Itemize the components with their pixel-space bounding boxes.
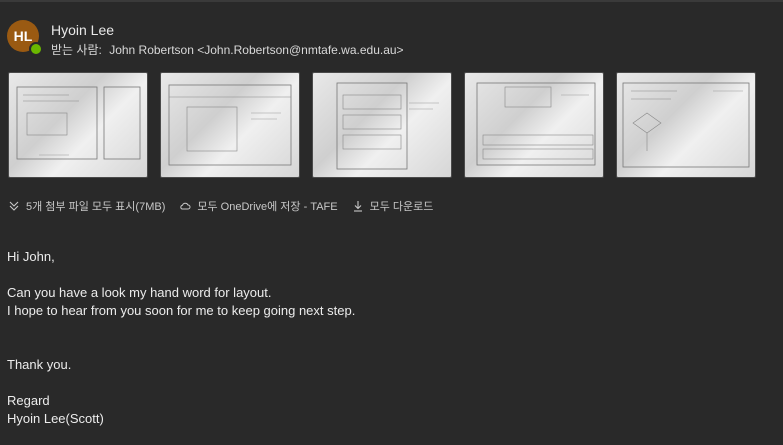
show-all-label: 5개 첨부 파일 모두 표시(7MB) (26, 201, 166, 213)
presence-available-icon (29, 42, 43, 56)
attachment-thumbnail-2[interactable] (160, 72, 300, 178)
sketch-image-icon (168, 84, 292, 166)
attachment-thumbnail-3[interactable] (312, 72, 452, 178)
attachment-thumbnail-1[interactable] (8, 72, 148, 178)
sender-name[interactable]: Hyoin Lee (51, 22, 114, 38)
cloud-icon (180, 202, 191, 210)
recipient-row: 받는 사람: John Robertson <John.Robertson@nm… (51, 41, 408, 58)
download-all-label: 모두 다운로드 (369, 201, 434, 213)
sketch-image-icon (16, 86, 141, 160)
body-line-2: I hope to hear from you soon for me to k… (7, 303, 356, 318)
sketch-image-icon (622, 82, 750, 168)
attachment-actions: 5개 첨부 파일 모두 표시(7MB) 모두 OneDrive에 저장 - TA… (8, 198, 447, 214)
save-onedrive-label: 모두 OneDrive에 저장 - TAFE (197, 201, 338, 213)
chevron-double-down-icon (9, 201, 19, 211)
show-all-attachments-button[interactable]: 5개 첨부 파일 모두 표시(7MB) (8, 198, 165, 214)
thanks-line: Thank you. (7, 357, 72, 372)
message-body: Hi John, Can you have a look my hand wor… (7, 248, 355, 428)
sketch-image-icon (336, 82, 439, 170)
greeting: Hi John, (7, 249, 55, 264)
attachment-strip (8, 72, 758, 178)
sketch-image-icon (476, 82, 596, 166)
top-divider (0, 0, 783, 2)
download-icon (353, 201, 362, 212)
avatar-initials: HL (13, 28, 33, 44)
recipient-value[interactable]: John Robertson <John.Robertson@nmtafe.wa… (109, 43, 403, 57)
attachment-thumbnail-4[interactable] (464, 72, 604, 178)
body-line-1: Can you have a look my hand word for lay… (7, 285, 272, 300)
attachment-thumbnail-5[interactable] (616, 72, 756, 178)
closing-line: Regard (7, 393, 50, 408)
message-header: HL Hyoin Lee 받는 사람: John Robertson <John… (7, 18, 767, 58)
save-to-onedrive-button[interactable]: 모두 OneDrive에 저장 - TAFE (179, 198, 338, 214)
signature-line: Hyoin Lee(Scott) (7, 411, 104, 426)
recipient-label: 받는 사람: (51, 43, 102, 57)
download-all-button[interactable]: 모두 다운로드 (352, 198, 434, 214)
